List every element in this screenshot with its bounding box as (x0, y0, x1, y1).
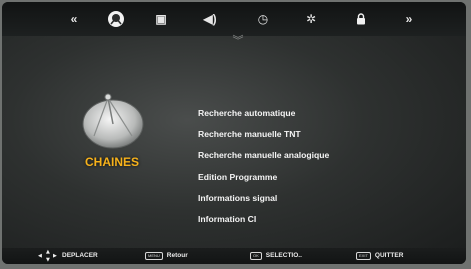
settings-gear-icon[interactable]: ✲ (300, 9, 322, 29)
menu-item-manual-search-tnt[interactable]: Recherche manuelle TNT (198, 124, 329, 145)
tv-menu-screen: « ▣ ◀) ◷ ✲ » ︾ CHAINES Recherche automat… (2, 2, 466, 264)
menu-item-manual-search-analog[interactable]: Recherche manuelle analogique (198, 145, 329, 166)
chevron-down-icon: ︾ (232, 34, 244, 47)
hint-select: OK SELECTIO.. (250, 251, 302, 261)
exit-key-icon: EXIT (356, 252, 371, 260)
menu-item-signal-info[interactable]: Informations signal (198, 188, 329, 209)
key-hints-bar: ▲ ◀ ▶ ▼ DEPLACER MENU Retour OK SELECTIO… (2, 248, 466, 264)
arrow-keys-icon: ▲ ◀ ▶ ▼ (38, 249, 57, 263)
clock-icon[interactable]: ◷ (252, 9, 274, 29)
top-menu-bar: « ▣ ◀) ◷ ✲ » (2, 2, 466, 36)
picture-icon[interactable]: ▣ (150, 9, 172, 29)
hint-exit-label: QUITTER (374, 252, 404, 259)
lock-icon[interactable] (350, 9, 372, 29)
menu-key-icon: MENU (145, 252, 163, 260)
hint-back-label: Retour (166, 252, 188, 259)
hint-select-label: SELECTIO.. (265, 252, 302, 259)
menu-item-ci-info[interactable]: Information CI (198, 209, 329, 230)
sound-icon[interactable]: ◀) (199, 9, 221, 29)
hint-move: ▲ ◀ ▶ ▼ DEPLACER (38, 249, 98, 263)
ok-key-icon: OK (250, 252, 262, 260)
satellite-dish-icon (82, 93, 144, 149)
menu-item-program-edit[interactable]: Edition Programme (198, 167, 329, 188)
hint-back: MENU Retour (145, 251, 188, 261)
channels-dish-icon[interactable] (105, 9, 127, 29)
rewind-icon[interactable]: « (63, 9, 85, 29)
hint-exit: EXIT QUITTER (356, 251, 403, 261)
category-title: CHAINES (84, 155, 139, 169)
channel-settings-menu: Recherche automatique Recherche manuelle… (198, 103, 329, 230)
hint-move-label: DEPLACER (62, 252, 98, 259)
forward-icon[interactable]: » (398, 9, 420, 29)
menu-item-auto-search[interactable]: Recherche automatique (198, 103, 329, 124)
